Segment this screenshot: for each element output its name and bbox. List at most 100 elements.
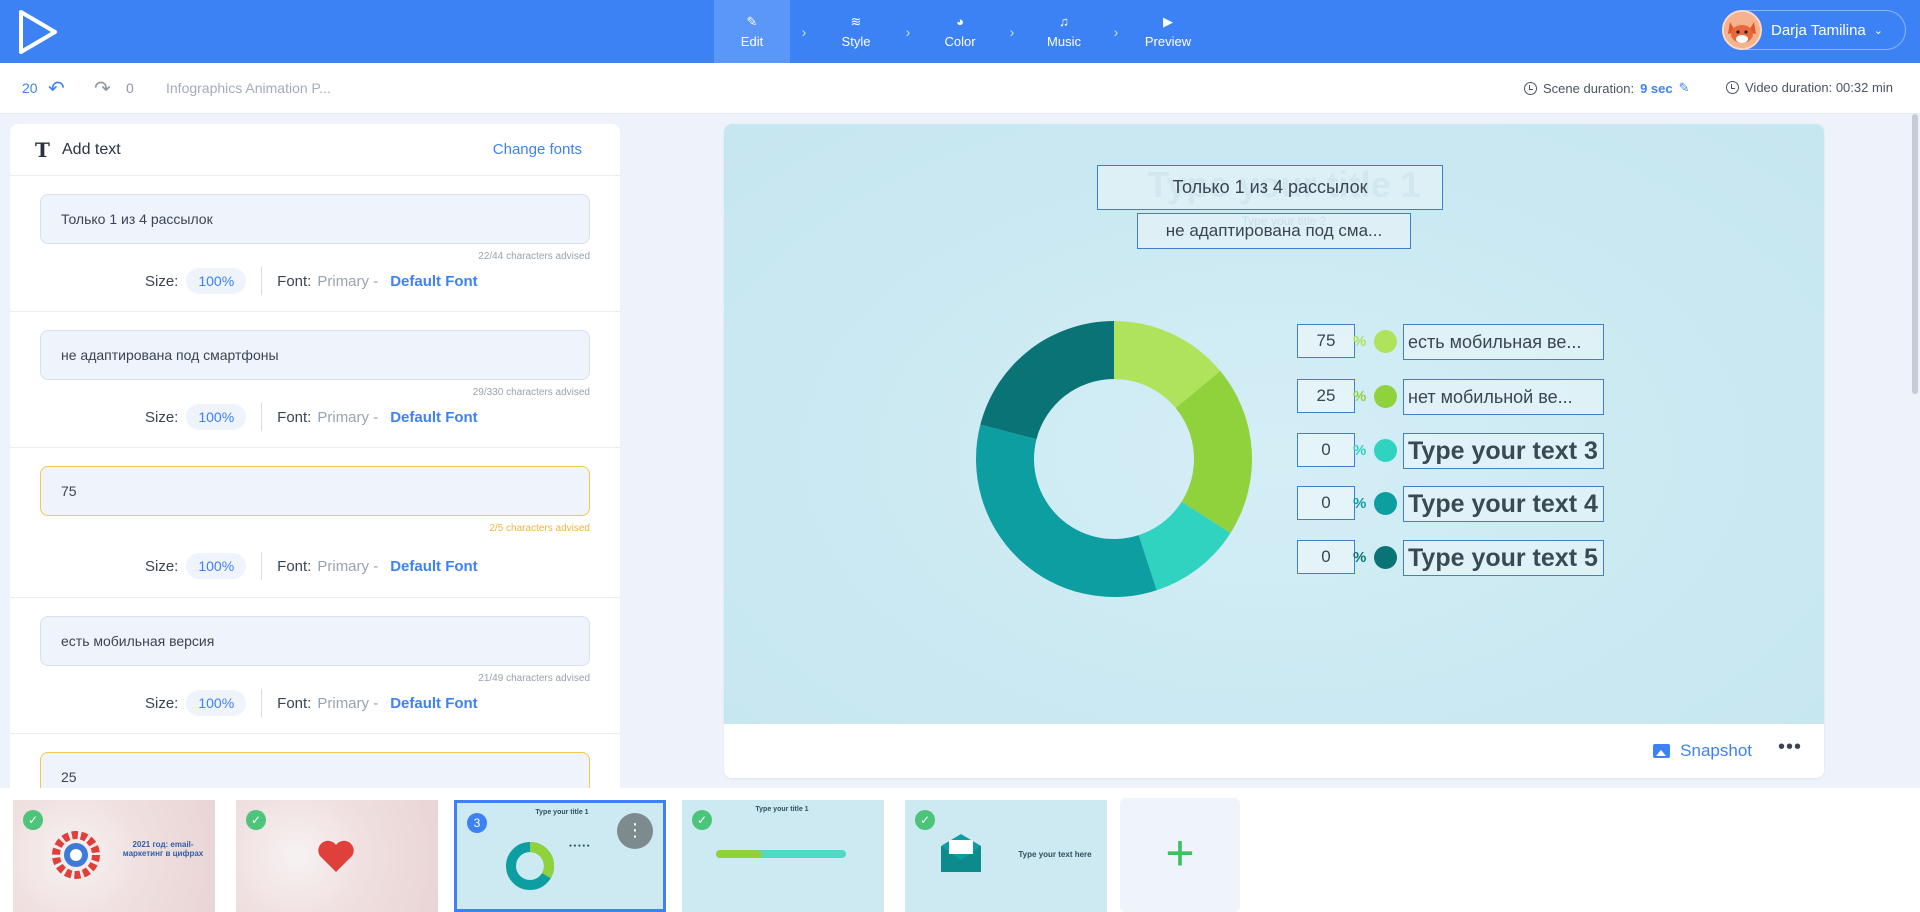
redo-count: 0 xyxy=(126,80,134,96)
legend-label[interactable]: нет мобильной ве... xyxy=(1403,379,1604,415)
top-bar: ✎ Edit › ≋ Style › ◕ Color › ♫ Music › ▶… xyxy=(0,0,1920,63)
envelope-icon xyxy=(941,834,981,872)
scene-number-badge: 3 xyxy=(467,813,487,833)
scene-thumbnail[interactable]: ✓ Type your text here xyxy=(905,800,1107,912)
preview-footer: Snapshot ••• xyxy=(724,724,1824,778)
chevron-right-icon: › xyxy=(905,23,911,40)
legend-value[interactable]: 0 xyxy=(1297,486,1355,520)
text-settings: Size: 100% Font: Primary - Default Font xyxy=(145,689,478,717)
font-label: Font: xyxy=(277,694,312,712)
step-edit[interactable]: ✎ Edit xyxy=(714,0,790,63)
size-selector[interactable]: 100% xyxy=(186,690,247,716)
font-selector[interactable]: Default Font xyxy=(390,695,478,712)
font-selector[interactable]: Default Font xyxy=(390,409,478,426)
progress-bar xyxy=(716,850,846,858)
donut-slice-5 xyxy=(980,321,1114,440)
step-style[interactable]: ≋ Style xyxy=(818,0,894,63)
text-settings: Size: 100% Font: Primary - Default Font xyxy=(145,267,478,295)
snapshot-button[interactable]: Snapshot xyxy=(1653,741,1752,761)
panel-header: T Add text Change fonts xyxy=(10,124,620,176)
chevron-down-icon: ⌄ xyxy=(1873,24,1883,37)
undo-icon[interactable]: ↶ xyxy=(48,76,65,101)
legend-label[interactable]: есть мобильная ве... xyxy=(1403,324,1604,360)
legend-dot xyxy=(1374,492,1397,515)
step-label: Music xyxy=(1047,34,1081,49)
legend-value[interactable]: 25 xyxy=(1297,379,1355,413)
legend-label[interactable]: Type your text 3 xyxy=(1403,433,1604,469)
snapshot-label: Snapshot xyxy=(1680,741,1752,760)
donut-chart xyxy=(976,321,1252,597)
step-preview[interactable]: ▶ Preview xyxy=(1130,0,1206,63)
donut-slice-4 xyxy=(976,424,1157,597)
size-selector[interactable]: 100% xyxy=(186,553,247,579)
scene-thumbnail-current[interactable]: 3 Type your title 1 ● ● ● ● ● ⋮ xyxy=(454,800,666,912)
text-panel: T Add text Change fonts Только 1 из 4 ра… xyxy=(10,124,620,788)
palette-icon: ◕ xyxy=(956,14,964,29)
music-note-icon: ♫ xyxy=(1059,14,1069,29)
step-label: Style xyxy=(841,34,871,49)
pencil-icon[interactable]: ✎ xyxy=(1679,80,1690,96)
char-advice: 29/330 characters advised xyxy=(472,387,590,398)
change-fonts-link[interactable]: Change fonts xyxy=(493,141,582,158)
legend-dot xyxy=(1374,546,1397,569)
chevron-right-icon: › xyxy=(1009,23,1015,40)
legend-label[interactable]: Type your text 5 xyxy=(1403,540,1604,576)
legend-value[interactable]: 75 xyxy=(1297,324,1355,358)
size-label: Size: xyxy=(145,408,179,426)
scene-duration-value[interactable]: 9 sec xyxy=(1640,81,1673,96)
size-selector[interactable]: 100% xyxy=(186,404,247,430)
percent-sign: % xyxy=(1353,549,1367,566)
step-color[interactable]: ◕ Color xyxy=(922,0,998,63)
avatar xyxy=(1722,10,1762,50)
scene-subtitle-text[interactable]: не адаптирована под сма... xyxy=(1137,213,1411,249)
char-advice: 2/5 characters advised xyxy=(489,523,590,534)
scene-menu-icon[interactable]: ⋮ xyxy=(617,813,653,849)
more-options-icon[interactable]: ••• xyxy=(1778,736,1802,759)
thumbnail-text: Type your text here xyxy=(1018,850,1092,859)
user-menu[interactable]: Darja Tamilina ⌄ xyxy=(1722,10,1906,50)
app-logo-icon[interactable] xyxy=(18,10,58,54)
legend-item: 75 % есть мобильная ве... xyxy=(1297,324,1617,362)
thumbnail-text: Type your title 1 xyxy=(755,806,809,813)
divider xyxy=(261,552,263,580)
text-field-block: 25 xyxy=(10,734,620,788)
step-label: Preview xyxy=(1144,34,1192,49)
scene-thumbnail[interactable]: ✓ xyxy=(236,800,438,912)
project-name[interactable]: Infographics Animation P... xyxy=(166,80,331,96)
legend-label[interactable]: Type your text 4 xyxy=(1403,486,1604,522)
scene-canvas: Type your title 1 Type your title 2 Толь… xyxy=(724,124,1824,724)
text-field-block: не адаптирована под смартфоны 29/330 cha… xyxy=(10,312,620,448)
text-input[interactable]: не адаптирована под смартфоны xyxy=(40,330,590,380)
text-input[interactable]: 75 xyxy=(40,466,590,516)
font-selector[interactable]: Default Font xyxy=(390,273,478,290)
size-selector[interactable]: 100% xyxy=(186,268,247,294)
redo-icon[interactable]: ↷ xyxy=(94,76,111,101)
scene-duration: Scene duration: 9 sec ✎ xyxy=(1524,80,1690,96)
size-label: Size: xyxy=(145,557,179,575)
text-input[interactable]: 25 xyxy=(40,752,590,788)
divider xyxy=(261,403,263,431)
text-field-block: есть мобильная версия 21/49 characters a… xyxy=(10,598,620,734)
text-input[interactable]: Только 1 из 4 рассылок xyxy=(40,194,590,244)
progress-fill xyxy=(716,850,762,858)
divider xyxy=(261,267,263,295)
scene-thumbnail[interactable]: ✓ 2021 год: email-маркетинг в цифрах xyxy=(13,800,215,912)
legend-value[interactable]: 0 xyxy=(1297,433,1355,467)
text-input[interactable]: есть мобильная версия xyxy=(40,616,590,666)
scene-preview: Type your title 1 Type your title 2 Толь… xyxy=(724,124,1824,778)
scene-title-text[interactable]: Только 1 из 4 рассылок xyxy=(1097,165,1443,210)
divider xyxy=(261,689,263,717)
thumbnail-text: Type your title 1 xyxy=(535,809,589,816)
page-scrollbar[interactable] xyxy=(1912,114,1918,394)
text-icon: T xyxy=(35,138,50,162)
play-icon: ▶ xyxy=(1163,14,1173,29)
check-icon: ✓ xyxy=(23,810,43,830)
editor-toolbar: 20 ↶ ↷ 0 Infographics Animation P... Sce… xyxy=(0,63,1920,114)
step-music[interactable]: ♫ Music xyxy=(1026,0,1102,63)
scene-duration-label: Scene duration: xyxy=(1543,80,1635,96)
add-scene-button[interactable]: + xyxy=(1120,798,1240,912)
font-selector[interactable]: Default Font xyxy=(390,558,478,575)
scenes-strip: ✓ 2021 год: email-маркетинг в цифрах ✓ 3… xyxy=(0,788,1920,912)
scene-thumbnail[interactable]: ✓ Type your title 1 xyxy=(682,800,884,912)
legend-value[interactable]: 0 xyxy=(1297,540,1355,574)
